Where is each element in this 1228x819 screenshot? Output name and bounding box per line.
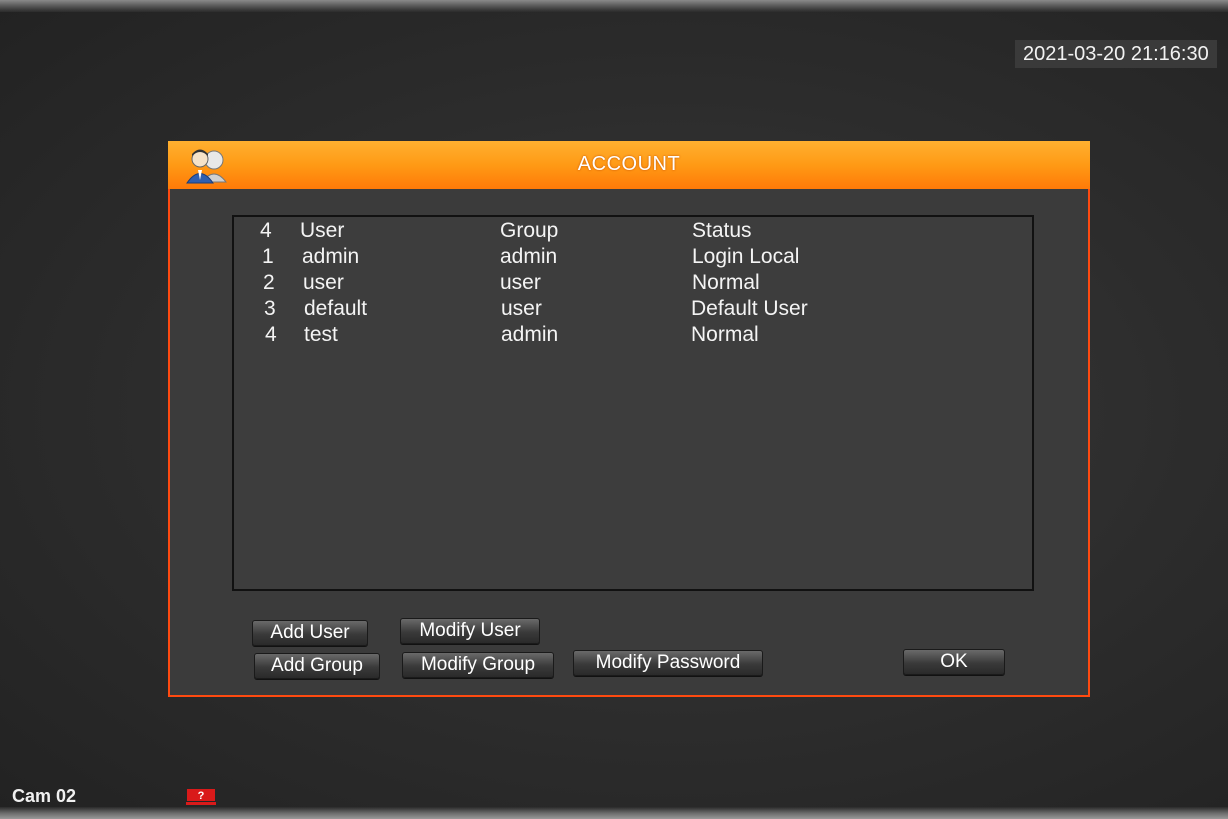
row-user: default [304, 297, 368, 320]
svg-text:?: ? [198, 790, 205, 802]
ok-button[interactable]: OK [903, 649, 1005, 675]
row-index: 2 [263, 271, 275, 294]
monitor-bezel-bottom [0, 807, 1228, 819]
dialog-title: ACCOUNT [577, 153, 681, 175]
row-group: admin [501, 323, 559, 346]
row-index: 4 [265, 323, 277, 346]
column-header-status: Status [692, 219, 752, 242]
modify-group-button[interactable]: Modify Group [402, 652, 554, 678]
row-status: Default User [691, 297, 808, 320]
row-index: 1 [262, 245, 274, 268]
table-row[interactable]: 3 default user Default User [234, 297, 1032, 323]
column-header-group: Group [500, 219, 559, 242]
table-row[interactable]: 4 test admin Normal [234, 323, 1032, 349]
table-row[interactable]: 2 user user Normal [234, 271, 1032, 297]
dialog-title-bar: ACCOUNT [168, 141, 1090, 189]
add-group-button[interactable]: Add Group [254, 653, 380, 679]
modify-user-button[interactable]: Modify User [400, 618, 540, 644]
osd-datetime: 2021-03-20 21:16:30 [1015, 40, 1217, 68]
row-group: user [501, 297, 542, 320]
dvr-screen: 2021-03-20 21:16:30 ACCOUNT 4 User Group… [0, 0, 1228, 819]
column-header-user: User [300, 219, 345, 242]
row-index: 3 [264, 297, 276, 320]
alarm-icon: ? [186, 789, 216, 805]
table-row[interactable]: 1 admin admin Login Local [234, 245, 1032, 271]
row-user: test [304, 323, 338, 346]
monitor-bezel-top [0, 0, 1228, 12]
account-dialog: ACCOUNT 4 User Group Status 1 admin admi… [168, 141, 1090, 697]
row-group: user [500, 271, 541, 294]
row-status: Normal [691, 323, 759, 346]
row-status: Login Local [692, 245, 800, 268]
row-user: admin [302, 245, 360, 268]
row-group: admin [500, 245, 558, 268]
camera-label: Cam 02 [12, 786, 77, 806]
table-header: 4 User Group Status [234, 219, 1032, 245]
user-count: 4 [260, 219, 272, 242]
account-table: 4 User Group Status 1 admin admin Login … [232, 215, 1034, 591]
row-status: Normal [692, 271, 760, 294]
add-user-button[interactable]: Add User [252, 620, 368, 646]
modify-password-button[interactable]: Modify Password [573, 650, 763, 676]
row-user: user [303, 271, 344, 294]
